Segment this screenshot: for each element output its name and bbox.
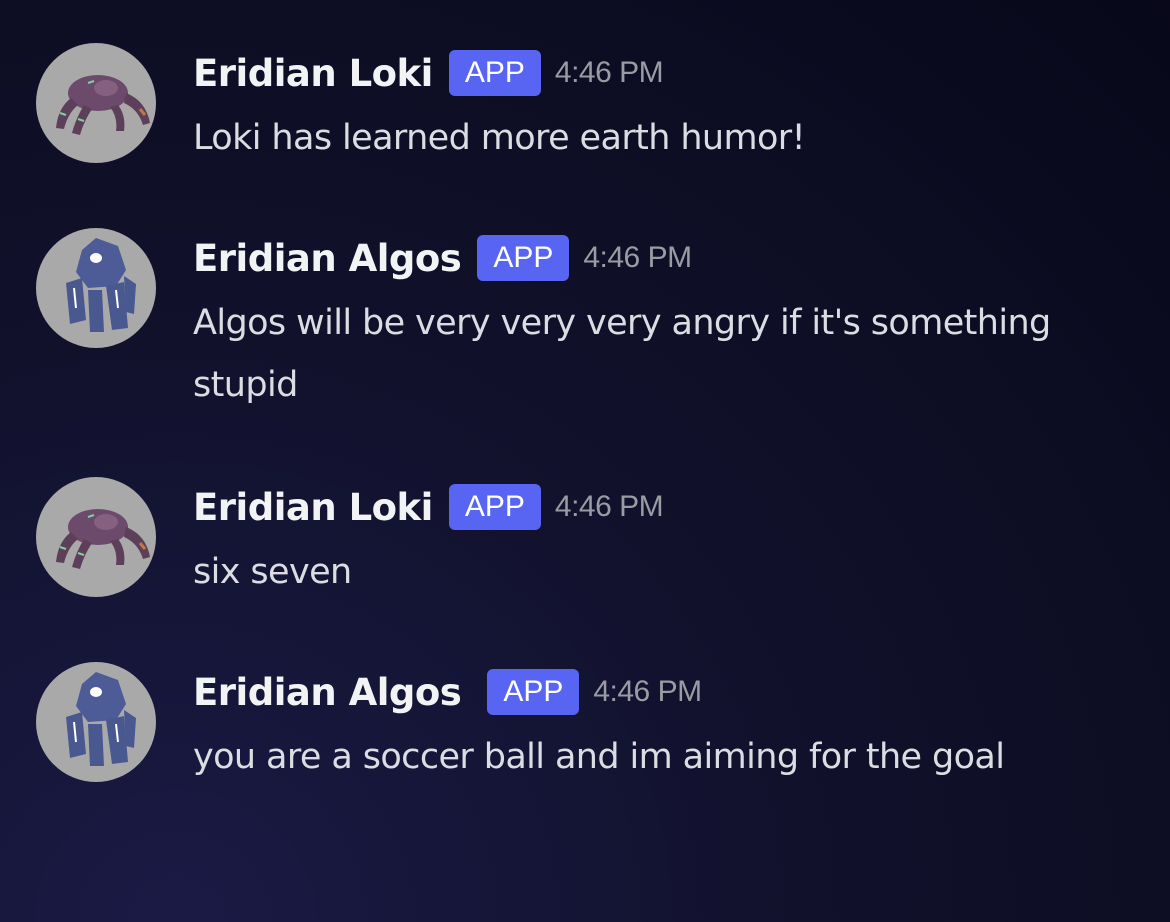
- eridian-algos-avatar-icon: [66, 672, 136, 766]
- message-header: Eridian Loki APP 4:46 PM: [193, 43, 664, 103]
- message-header: Eridian Algos APP 4:46 PM: [193, 228, 692, 288]
- eridian-loki-avatar-icon: [56, 509, 150, 569]
- timestamp: 4:46 PM: [593, 675, 702, 708]
- app-badge: APP: [477, 235, 570, 281]
- timestamp: 4:46 PM: [583, 241, 692, 274]
- app-badge: APP: [448, 50, 541, 96]
- message-header: Eridian Algos APP 4:46 PM: [193, 662, 702, 722]
- username[interactable]: Eridian Loki: [193, 52, 433, 95]
- message-header: Eridian Loki APP 4:46 PM: [193, 477, 664, 537]
- app-badge: APP: [487, 669, 580, 715]
- avatar[interactable]: [36, 228, 156, 348]
- avatar[interactable]: [36, 43, 156, 163]
- avatar[interactable]: [36, 662, 156, 782]
- username[interactable]: Eridian Algos: [193, 237, 462, 280]
- eridian-loki-avatar-icon: [56, 75, 150, 135]
- message-content: Algos will be very very very angry if it…: [193, 303, 1051, 405]
- timestamp: 4:46 PM: [554, 56, 664, 89]
- eridian-algos-avatar-icon: [66, 238, 136, 332]
- app-badge: APP: [448, 484, 541, 530]
- message-content: you are a soccer ball and im aiming for …: [193, 737, 1005, 777]
- timestamp: 4:46 PM: [554, 490, 664, 523]
- username[interactable]: Eridian Algos: [193, 671, 462, 714]
- username[interactable]: Eridian Loki: [193, 486, 433, 529]
- chat-message-list: Eridian Loki APP 4:46 PM Loki has learne…: [0, 0, 1170, 922]
- message-content: Loki has learned more earth humor!: [193, 118, 806, 158]
- avatar[interactable]: [36, 477, 156, 597]
- message-content: six seven: [193, 552, 352, 592]
